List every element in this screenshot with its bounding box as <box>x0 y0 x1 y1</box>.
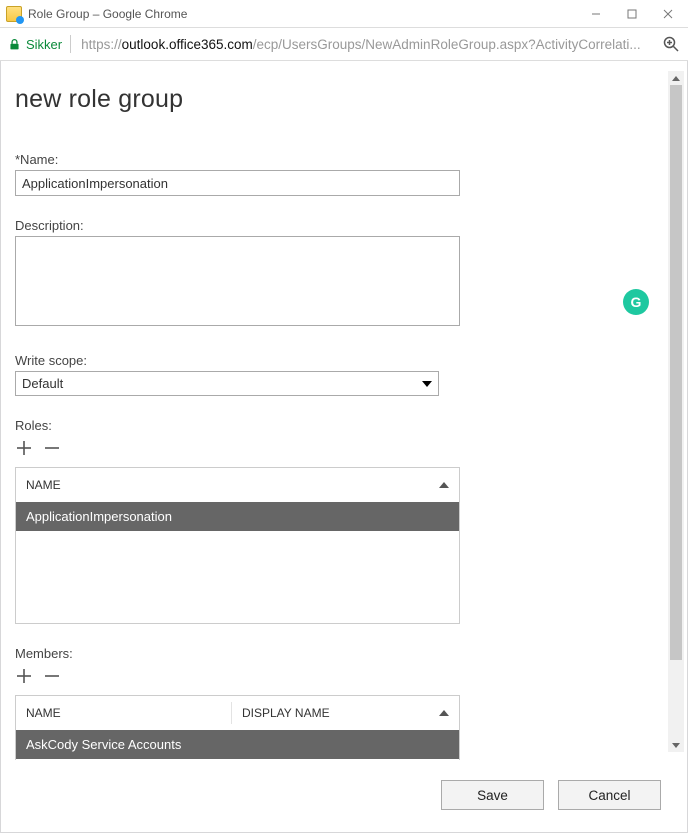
window-titlebar: Role Group – Google Chrome <box>0 0 688 28</box>
roles-row-name: ApplicationImpersonation <box>26 509 449 524</box>
members-row-display <box>238 737 450 752</box>
chevron-down-icon <box>422 381 432 387</box>
scrollbar[interactable] <box>668 71 684 752</box>
description-label: Description: <box>15 218 659 233</box>
close-button[interactable] <box>650 1 686 27</box>
url-path: /ecp/UsersGroups/NewAdminRoleGroup.aspx?… <box>253 37 641 52</box>
members-label: Members: <box>15 646 659 661</box>
app-icon <box>6 6 22 22</box>
description-input[interactable] <box>15 236 460 326</box>
footer: Save Cancel <box>441 780 661 810</box>
separator <box>70 35 71 53</box>
write-scope-label: Write scope: <box>15 353 659 368</box>
roles-add-button[interactable] <box>15 439 33 457</box>
page: new role group *Name: Description: Write… <box>0 61 688 833</box>
scroll-thumb[interactable] <box>670 85 682 660</box>
scroll-down-button[interactable] <box>668 738 684 752</box>
secure-label: Sikker <box>26 37 62 52</box>
members-col-name: NAME <box>26 706 61 720</box>
members-remove-button[interactable] <box>43 667 61 685</box>
cancel-button[interactable]: Cancel <box>558 780 661 810</box>
badge-letter: G <box>631 294 642 310</box>
url-host: outlook.office365.com <box>122 37 253 52</box>
write-scope-value: Default <box>22 376 63 391</box>
lock-icon <box>8 38 21 51</box>
address-bar: Sikker https://outlook.office365.com/ecp… <box>0 28 688 61</box>
maximize-button[interactable] <box>614 1 650 27</box>
members-grid-header[interactable]: NAME DISPLAY NAME <box>16 696 459 730</box>
roles-col-name: NAME <box>26 478 61 492</box>
grammarly-badge-icon[interactable]: G <box>623 289 649 315</box>
members-grid: NAME DISPLAY NAME AskCody Service Accoun… <box>15 695 460 760</box>
members-add-button[interactable] <box>15 667 33 685</box>
save-button[interactable]: Save <box>441 780 544 810</box>
roles-grid: NAME ApplicationImpersonation <box>15 467 460 624</box>
scroll-track[interactable] <box>668 85 684 738</box>
name-label: *Name: <box>15 152 659 167</box>
url-scheme: https:// <box>81 37 122 52</box>
name-input[interactable] <box>15 170 460 196</box>
window-title: Role Group – Google Chrome <box>28 7 578 21</box>
minimize-button[interactable] <box>578 1 614 27</box>
page-title: new role group <box>15 85 659 114</box>
page-content: new role group *Name: Description: Write… <box>3 61 665 760</box>
roles-label: Roles: <box>15 418 659 433</box>
url-text[interactable]: https://outlook.office365.com/ecp/UsersG… <box>81 37 656 52</box>
sort-asc-icon <box>439 710 449 716</box>
table-row[interactable]: ApplicationImpersonation <box>16 502 459 531</box>
members-row-name: AskCody Service Accounts <box>26 737 238 752</box>
roles-remove-button[interactable] <box>43 439 61 457</box>
write-scope-select[interactable]: Default <box>15 371 439 396</box>
members-col-display: DISPLAY NAME <box>242 706 330 720</box>
table-row[interactable]: AskCody Service Accounts <box>16 730 459 759</box>
zoom-icon[interactable] <box>662 35 680 53</box>
scroll-up-button[interactable] <box>668 71 684 85</box>
sort-asc-icon <box>439 482 449 488</box>
roles-grid-header[interactable]: NAME <box>16 468 459 502</box>
